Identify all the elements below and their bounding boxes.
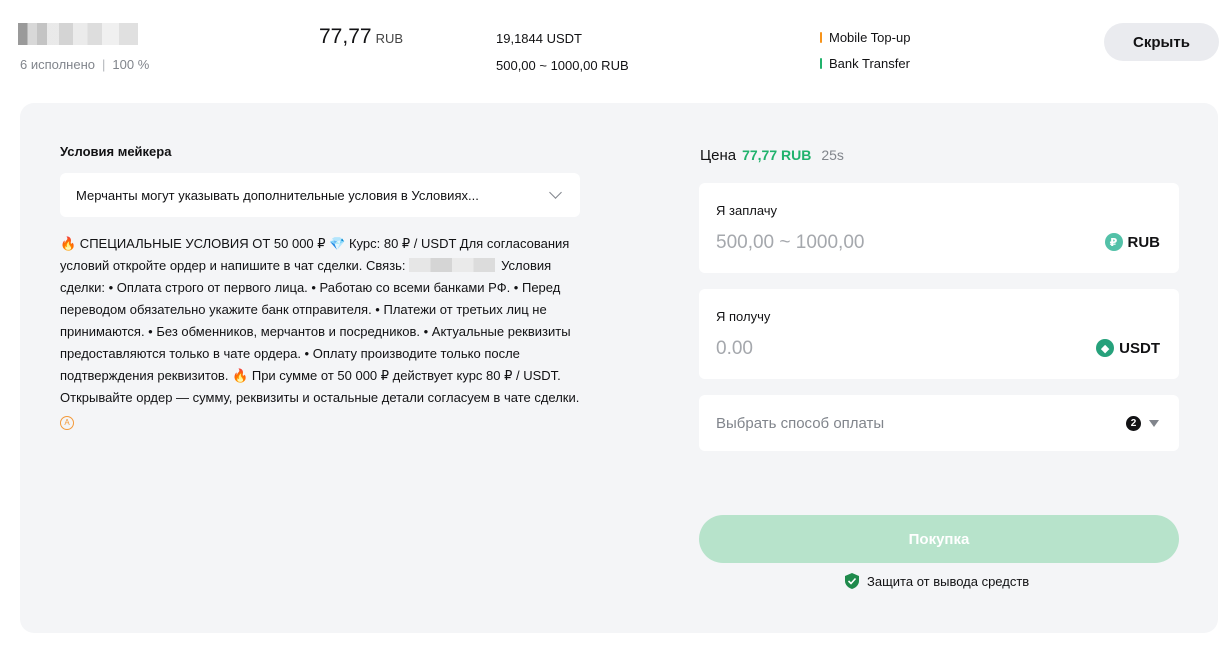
order-price: Цена 77,77 RUB 25s [700, 147, 844, 164]
pay-amount-input[interactable]: 500,00 ~ 1000,00 [716, 232, 864, 254]
shield-check-icon [845, 573, 859, 589]
method-color-bar [820, 57, 822, 69]
buy-button[interactable]: Покупка [699, 515, 1179, 563]
merchant-name-redacted[interactable] [18, 23, 138, 45]
completion-rate: 100 % [112, 57, 150, 72]
pay-amount-field[interactable]: Я заплачу 500,00 ~ 1000,00 ₽ RUB [699, 183, 1179, 273]
ad-price-value: 77,77 [319, 25, 372, 48]
method-color-bar [820, 31, 822, 43]
available-amount: 19,1844 USDT [496, 31, 582, 46]
fire-icon: 🔥 [232, 368, 249, 383]
payment-method-label: Bank Transfer [829, 55, 910, 71]
translate-icon[interactable]: A [60, 416, 74, 430]
contact-redacted [409, 258, 496, 272]
receive-amount-input[interactable]: 0.00 [716, 338, 753, 360]
payment-method-label: Mobile Top-up [829, 29, 911, 45]
receive-currency: ◆ USDT [1096, 339, 1160, 357]
payment-method-mobile-topup: Mobile Top-up [820, 24, 910, 50]
protection-text: Защита от вывода средств [867, 573, 1030, 589]
gem-icon: 💎 [329, 236, 346, 251]
order-panel: Условия мейкера Мерчанты могут указывать… [20, 103, 1218, 633]
payment-method-dropdown[interactable]: Выбрать способ оплаты 2 [699, 395, 1179, 451]
hide-button[interactable]: Скрыть [1104, 23, 1219, 61]
usdt-icon: ◆ [1096, 339, 1115, 357]
chevron-down-icon [549, 186, 562, 199]
terms-text-3: Условия сделки: • Оплата строго от перво… [60, 258, 571, 383]
stats-separator: | [102, 57, 106, 72]
ad-price-currency: RUB [375, 31, 404, 46]
pay-currency: ₽ RUB [1104, 233, 1161, 251]
payment-method-placeholder: Выбрать способ оплаты [716, 414, 885, 432]
receive-amount-field[interactable]: Я получу 0.00 ◆ USDT [699, 289, 1179, 379]
method-count-badge: 2 [1126, 415, 1141, 431]
fire-icon: 🔥 [60, 236, 77, 251]
payment-method-bank-transfer: Bank Transfer [820, 50, 910, 76]
receive-currency-label: USDT [1119, 339, 1160, 357]
ad-availability: 19,1844 USDT 500,00 ~ 1000,00 RUB [496, 25, 629, 79]
maker-terms-text: 🔥 СПЕЦИАЛЬНЫЕ УСЛОВИЯ ОТ 50 000 ₽ 💎 Курс… [60, 233, 588, 431]
price-timer: 25s [821, 147, 844, 163]
pay-currency-label: RUB [1127, 233, 1161, 251]
merchant-stats: 6 исполнено | 100 % [20, 57, 149, 72]
pay-amount-label: Я заплачу [716, 203, 778, 218]
ad-price: 77,77 RUB [319, 25, 403, 49]
maker-conditions-dropdown-text: Мерчанты могут указывать дополнительные … [76, 187, 479, 203]
caret-down-icon [1149, 419, 1159, 427]
ruble-icon: ₽ [1104, 233, 1123, 251]
ad-summary-row: 6 исполнено | 100 % 77,77 RUB 19,1844 USDT … [0, 0, 1231, 100]
protection-notice: Защита от вывода средств [845, 573, 1029, 589]
terms-text-1: СПЕЦИАЛЬНЫЕ УСЛОВИЯ ОТ 50 000 ₽ [76, 236, 330, 251]
receive-amount-label: Я получу [716, 309, 771, 324]
price-label: Цена [700, 147, 737, 164]
maker-conditions-dropdown[interactable]: Мерчанты могут указывать дополнительные … [60, 173, 580, 217]
maker-conditions-title: Условия мейкера [60, 144, 172, 159]
orders-completed: 6 исполнено [20, 57, 95, 72]
order-limits: 500,00 ~ 1000,00 RUB [496, 58, 629, 73]
payment-methods: Mobile Top-up Bank Transfer [820, 24, 910, 76]
price-value: 77,77 RUB [742, 147, 812, 163]
